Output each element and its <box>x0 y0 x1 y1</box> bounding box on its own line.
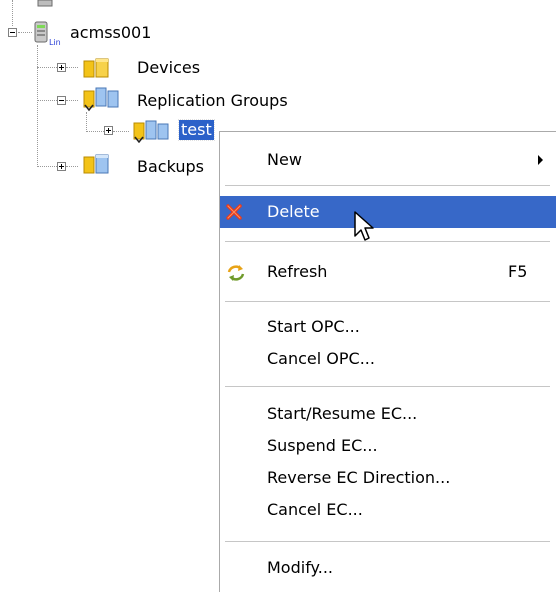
menu-item-cancel-ec-label: Cancel EC... <box>267 500 363 519</box>
submenu-arrow-icon <box>538 155 543 165</box>
menu-item-start-opc[interactable]: Start OPC... <box>220 311 556 343</box>
tree-connector <box>86 112 87 132</box>
menu-item-suspend-ec-label: Suspend EC... <box>267 436 378 455</box>
tree-node-backups-label[interactable]: Backups <box>137 157 204 177</box>
tree-connector <box>37 100 57 101</box>
menu-separator <box>225 541 550 542</box>
menu-item-start-resume-ec[interactable]: Start/Resume EC... <box>220 398 556 430</box>
expand-toggle-test[interactable] <box>104 126 113 135</box>
menu-item-refresh[interactable]: Refresh F5 <box>220 256 556 288</box>
menu-item-modify-label: Modify... <box>267 558 333 577</box>
collapse-toggle-root[interactable] <box>8 28 17 37</box>
tree-node-replication-groups-label[interactable]: Replication Groups <box>137 91 288 111</box>
mouse-cursor-icon <box>354 211 374 241</box>
tree-connector <box>66 67 78 68</box>
menu-item-cancel-ec[interactable]: Cancel EC... <box>220 494 556 526</box>
menu-item-start-opc-label: Start OPC... <box>267 317 360 336</box>
menu-item-start-resume-ec-label: Start/Resume EC... <box>267 404 418 423</box>
server-icon: Lin <box>34 21 61 47</box>
tree-connector <box>37 67 57 68</box>
tree-node-test-label[interactable]: test <box>178 119 215 141</box>
replication-group-icon <box>133 120 169 143</box>
menu-item-new[interactable]: New <box>220 144 556 176</box>
tree-node-root-label[interactable]: acmss001 <box>70 23 151 43</box>
tree-connector <box>66 166 78 167</box>
expand-toggle-devices[interactable] <box>57 63 66 72</box>
refresh-icon <box>227 265 245 281</box>
tree-node-devices-label[interactable]: Devices <box>137 58 200 78</box>
menu-item-reverse-ec-direction-label: Reverse EC Direction... <box>267 468 451 487</box>
context-menu: New Delete Refresh F5 Start OPC... Cance… <box>219 131 556 592</box>
replication-groups-icon <box>83 87 119 112</box>
menu-separator <box>225 301 550 302</box>
menu-item-refresh-label: Refresh <box>267 262 328 281</box>
menu-item-modify[interactable]: Modify... <box>220 552 556 584</box>
menu-item-reverse-ec-direction[interactable]: Reverse EC Direction... <box>220 462 556 494</box>
menu-item-delete-label: Delete <box>267 202 320 221</box>
expand-toggle-backups[interactable] <box>57 162 66 171</box>
menu-item-new-label: New <box>267 150 302 169</box>
menu-separator <box>225 241 550 242</box>
menu-item-cancel-opc[interactable]: Cancel OPC... <box>220 343 556 375</box>
tree-connector <box>86 131 104 132</box>
menu-separator <box>225 386 550 387</box>
menu-item-cancel-opc-label: Cancel OPC... <box>267 349 375 368</box>
delete-icon <box>226 204 242 220</box>
tree-connector <box>12 0 13 26</box>
devices-icon <box>83 58 109 78</box>
menu-item-refresh-shortcut: F5 <box>508 262 528 281</box>
os-badge: Lin <box>49 38 61 47</box>
tree-connector <box>37 45 38 167</box>
menu-item-delete[interactable]: Delete <box>220 196 556 228</box>
menu-item-suspend-ec[interactable]: Suspend EC... <box>220 430 556 462</box>
backups-icon <box>83 154 109 174</box>
tree-connector <box>113 131 129 132</box>
tree-connector <box>18 32 32 33</box>
menu-separator <box>225 185 550 186</box>
tree-connector <box>66 100 78 101</box>
tree-connector <box>37 166 57 167</box>
server-icon-partial <box>37 0 53 7</box>
collapse-toggle-replication-groups[interactable] <box>57 96 66 105</box>
